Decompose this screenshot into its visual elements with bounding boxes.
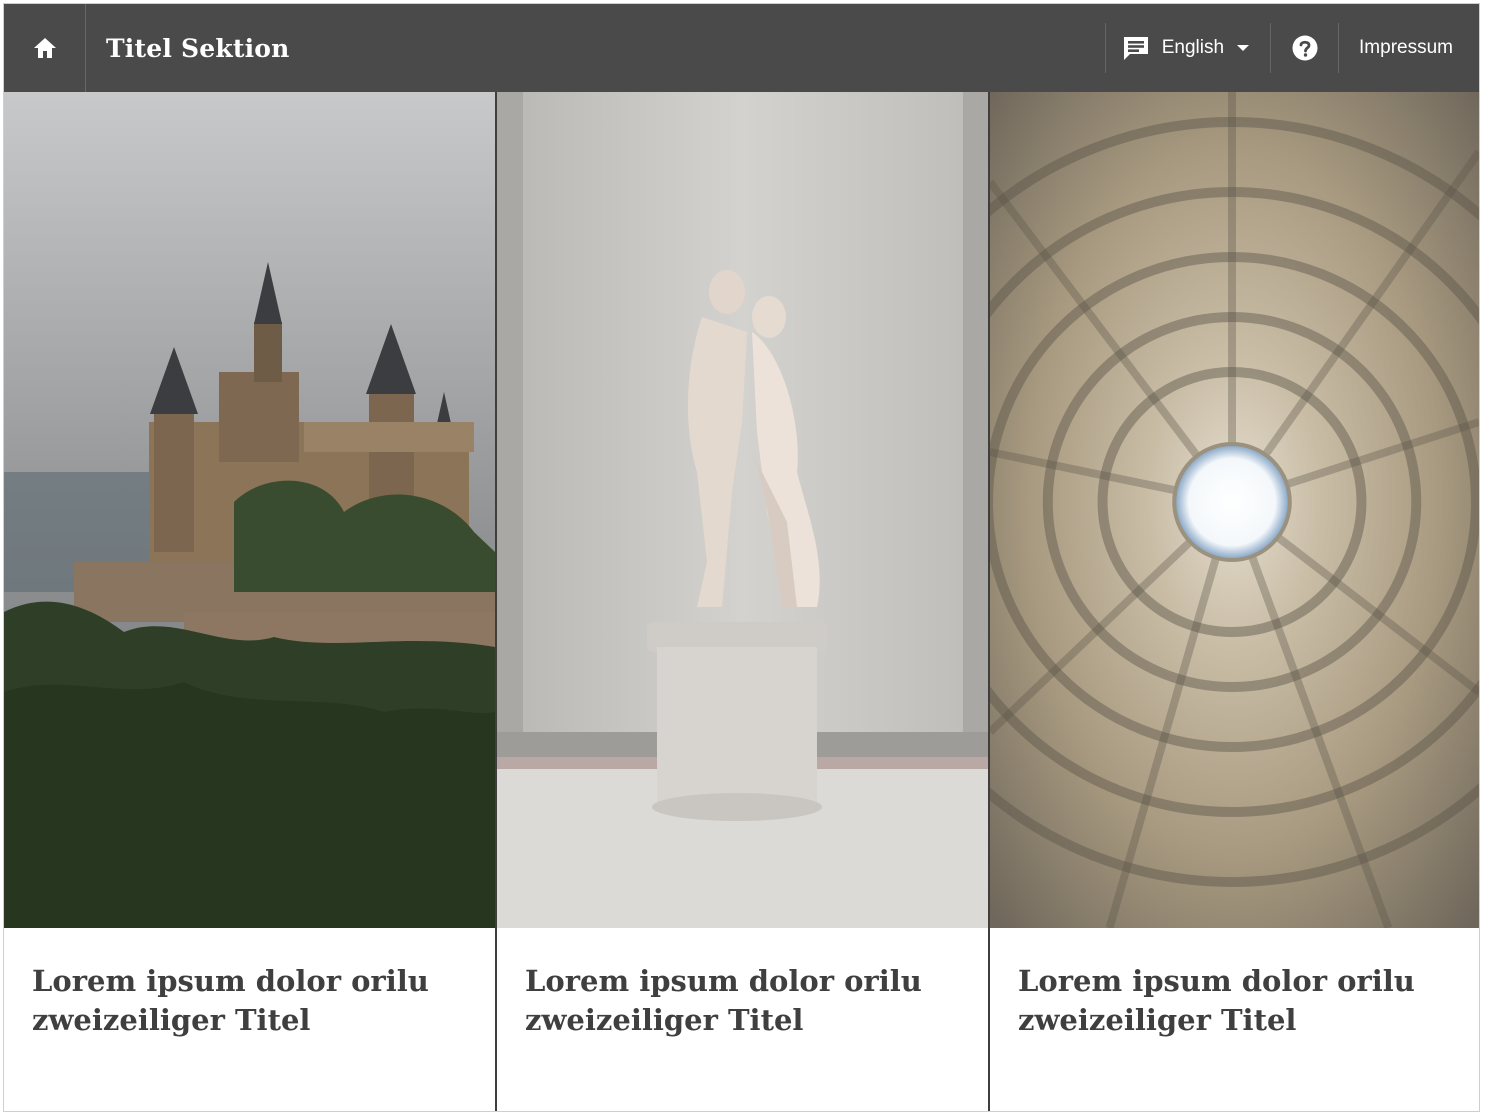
dome-image: [990, 92, 1479, 928]
caret-down-icon: [1237, 45, 1250, 51]
card-title-line: Lorem ipsum dolor orilu: [32, 964, 429, 998]
chat-icon: [1123, 37, 1148, 60]
castle-image: [4, 92, 495, 928]
card-grid: Lorem ipsum dolor orilu zweizeiliger Tit…: [4, 92, 1479, 1111]
card-title: Lorem ipsum dolor orilu zweizeiliger Tit…: [990, 928, 1479, 1040]
help-circle-icon: [1292, 35, 1318, 61]
content-card[interactable]: Lorem ipsum dolor orilu zweizeiliger Tit…: [495, 92, 988, 1111]
language-label: English: [1161, 37, 1225, 58]
home-button[interactable]: [4, 4, 86, 92]
content-card[interactable]: Lorem ipsum dolor orilu zweizeiliger Tit…: [988, 92, 1479, 1111]
home-icon: [33, 38, 56, 58]
content-card[interactable]: Lorem ipsum dolor orilu zweizeiliger Tit…: [4, 92, 495, 1111]
card-title-line: zweizeiliger Titel: [32, 1003, 311, 1037]
top-navigation-bar: Titel Sektion English Impressum: [4, 4, 1479, 92]
statue-image: [497, 92, 988, 928]
impressum-link[interactable]: Impressum: [1338, 23, 1479, 73]
card-title: Lorem ipsum dolor orilu zweizeiliger Tit…: [497, 928, 988, 1040]
card-title: Lorem ipsum dolor orilu zweizeiliger Tit…: [4, 928, 495, 1040]
section-title: Titel Sektion: [106, 33, 290, 63]
card-title-line: Lorem ipsum dolor orilu: [525, 964, 922, 998]
card-title-line: zweizeiliger Titel: [525, 1003, 804, 1037]
card-title-line: zweizeiliger Titel: [1018, 1003, 1297, 1037]
card-title-line: Lorem ipsum dolor orilu: [1018, 964, 1415, 998]
help-button[interactable]: [1270, 23, 1338, 73]
page-frame: Titel Sektion English Impressum Lorem ip…: [3, 3, 1480, 1112]
language-selector[interactable]: English: [1104, 23, 1270, 73]
